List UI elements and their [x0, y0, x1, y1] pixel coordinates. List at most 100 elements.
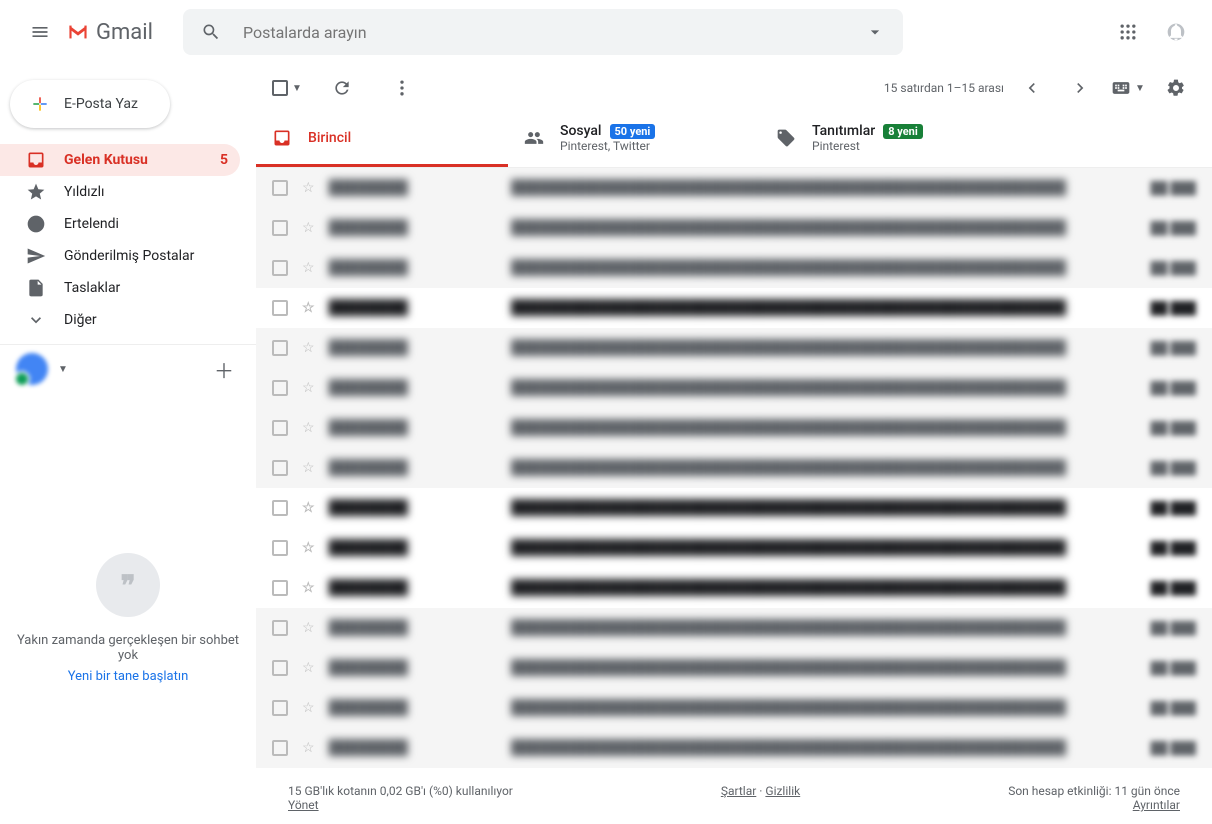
- mail-checkbox[interactable]: [272, 420, 288, 436]
- search-icon[interactable]: [191, 12, 231, 52]
- sidebar-item-send[interactable]: Gönderilmiş Postalar: [0, 240, 240, 272]
- star-icon[interactable]: ☆: [302, 500, 315, 516]
- mail-row[interactable]: ☆███████████████████████████████████████…: [256, 488, 1212, 528]
- pagination-range: 15 satırdan 1–15 arası: [884, 81, 1004, 95]
- mail-row[interactable]: ☆███████████████████████████████████████…: [256, 608, 1212, 648]
- input-tools-button[interactable]: ▼: [1108, 68, 1148, 108]
- star-icon[interactable]: ☆: [302, 220, 315, 236]
- mail-checkbox[interactable]: [272, 540, 288, 556]
- privacy-link[interactable]: Gizlilik: [765, 784, 800, 798]
- star-icon[interactable]: ☆: [302, 300, 315, 316]
- mail-checkbox[interactable]: [272, 620, 288, 636]
- sidebar-item-label: Gelen Kutusu: [64, 152, 148, 168]
- mail-date: ██ ███: [1146, 701, 1196, 715]
- mail-row[interactable]: ☆███████████████████████████████████████…: [256, 408, 1212, 448]
- compose-button[interactable]: E-Posta Yaz: [10, 80, 170, 128]
- tab-primary[interactable]: Birincil: [256, 112, 508, 167]
- google-apps-button[interactable]: [1108, 12, 1148, 52]
- mail-checkbox[interactable]: [272, 300, 288, 316]
- start-chat-link[interactable]: Yeni bir tane başlatın: [16, 669, 240, 684]
- prev-page-button[interactable]: [1012, 68, 1052, 108]
- mail-checkbox[interactable]: [272, 500, 288, 516]
- mail-checkbox[interactable]: [272, 660, 288, 676]
- star-icon[interactable]: ☆: [302, 180, 315, 196]
- mail-checkbox[interactable]: [272, 180, 288, 196]
- mail-sender: ████████: [329, 659, 497, 676]
- manage-storage-link[interactable]: Yönet: [288, 798, 319, 812]
- tab-badge: 8 yeni: [883, 124, 923, 139]
- tab-promotions[interactable]: Tanıtımlar8 yeniPinterest: [760, 112, 1012, 167]
- mail-row[interactable]: ☆███████████████████████████████████████…: [256, 208, 1212, 248]
- mail-checkbox[interactable]: [272, 220, 288, 236]
- search-options-button[interactable]: [855, 12, 895, 52]
- star-icon[interactable]: ☆: [302, 460, 315, 476]
- star-icon[interactable]: ☆: [302, 740, 315, 756]
- star-icon: [26, 182, 46, 202]
- mail-row[interactable]: ☆███████████████████████████████████████…: [256, 528, 1212, 568]
- star-icon[interactable]: ☆: [302, 620, 315, 636]
- sidebar-item-more[interactable]: Diğer: [0, 304, 240, 336]
- sidebar-item-label: Taslaklar: [64, 280, 120, 296]
- notifications-button[interactable]: [1156, 12, 1196, 52]
- tab-icon: [272, 128, 292, 148]
- bell-icon: [1166, 22, 1186, 42]
- mail-row[interactable]: ☆ ███████████████████████████████████████…: [256, 728, 1212, 768]
- mail-row[interactable]: ☆███████████████████████████████████████…: [256, 168, 1212, 208]
- hangouts-empty-state: ❞ Yakın zamanda gerçekleşen bir sohbet y…: [0, 553, 256, 684]
- star-icon[interactable]: ☆: [302, 420, 315, 436]
- mail-row[interactable]: ☆███████████████████████████████████████…: [256, 568, 1212, 608]
- star-icon[interactable]: ☆: [302, 380, 315, 396]
- sidebar-item-draft[interactable]: Taslaklar: [0, 272, 240, 304]
- tab-social[interactable]: Sosyal50 yeniPinterest, Twitter: [508, 112, 760, 167]
- chevron-right-icon: [1070, 78, 1090, 98]
- mail-row[interactable]: ☆███████████████████████████████████████…: [256, 368, 1212, 408]
- sidebar-item-clock[interactable]: Ertelendi: [0, 208, 240, 240]
- mail-row[interactable]: ☆███████████████████████████████████████…: [256, 288, 1212, 328]
- refresh-button[interactable]: [322, 68, 362, 108]
- apps-grid-icon: [1118, 22, 1138, 42]
- star-icon[interactable]: ☆: [302, 660, 315, 676]
- mail-row[interactable]: ☆███████████████████████████████████████…: [256, 328, 1212, 368]
- mail-checkbox[interactable]: [272, 580, 288, 596]
- mail-checkbox[interactable]: [272, 740, 288, 756]
- gmail-logo[interactable]: Gmail: [68, 20, 153, 45]
- draft-icon: [26, 278, 46, 298]
- search-input[interactable]: [231, 23, 855, 42]
- mail-checkbox[interactable]: [272, 460, 288, 476]
- hangouts-header: ▼ ＋: [0, 344, 256, 393]
- mail-checkbox[interactable]: [272, 260, 288, 276]
- gmail-logo-text: Gmail: [96, 20, 153, 45]
- activity-details-link[interactable]: Ayrıntılar: [1133, 798, 1180, 812]
- hamburger-icon: [30, 22, 50, 42]
- chevron-down-icon: ▼: [58, 364, 68, 375]
- mail-subject: ████████████████████████████████████████…: [511, 739, 1132, 756]
- star-icon[interactable]: ☆: [302, 540, 315, 556]
- more-options-button[interactable]: [382, 68, 422, 108]
- star-icon[interactable]: ☆: [302, 260, 315, 276]
- mail-row[interactable]: ☆███████████████████████████████████████…: [256, 688, 1212, 728]
- mail-subject: ████████████████████████████████████████…: [511, 259, 1132, 276]
- mail-subject: ████████████████████████████████████████…: [511, 459, 1132, 476]
- sidebar-item-inbox[interactable]: Gelen Kutusu 5: [0, 144, 240, 176]
- mail-checkbox[interactable]: [272, 340, 288, 356]
- terms-link[interactable]: Şartlar: [721, 784, 756, 798]
- main-menu-button[interactable]: [16, 8, 64, 56]
- settings-button[interactable]: [1156, 68, 1196, 108]
- star-icon[interactable]: ☆: [302, 580, 315, 596]
- mail-row[interactable]: ☆ ███████████████████████████████████████…: [256, 448, 1212, 488]
- new-conversation-button[interactable]: ＋: [208, 353, 240, 385]
- star-icon[interactable]: ☆: [302, 700, 315, 716]
- unread-count: 5: [220, 152, 228, 168]
- tab-subtitle: Pinterest: [812, 139, 923, 153]
- hangouts-user[interactable]: ▼: [16, 353, 68, 385]
- mail-row[interactable]: ☆███████████████████████████████████████…: [256, 648, 1212, 688]
- search-bar[interactable]: [183, 9, 903, 55]
- sidebar-item-star[interactable]: Yıldızlı: [0, 176, 240, 208]
- star-icon[interactable]: ☆: [302, 340, 315, 356]
- next-page-button[interactable]: [1060, 68, 1100, 108]
- mail-row[interactable]: ☆ ███████████████████████████████████████…: [256, 248, 1212, 288]
- select-all-checkbox[interactable]: ▼: [272, 80, 302, 96]
- mail-checkbox[interactable]: [272, 700, 288, 716]
- mail-date: ██ ███: [1146, 341, 1196, 355]
- mail-checkbox[interactable]: [272, 380, 288, 396]
